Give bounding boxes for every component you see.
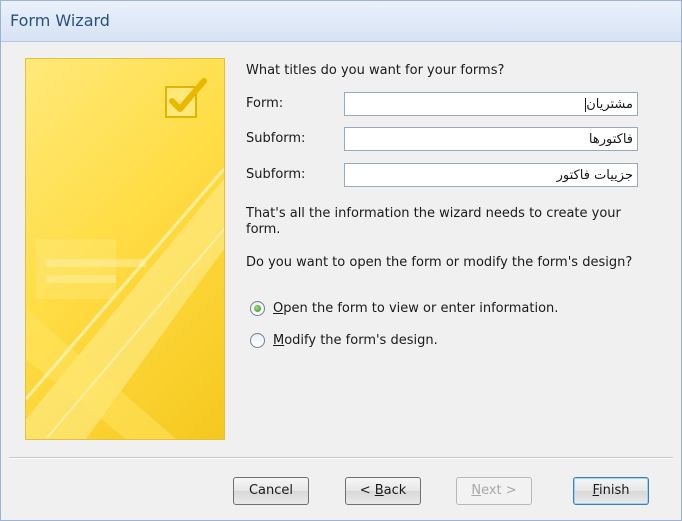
- next-button[interactable]: Next >: [456, 477, 532, 505]
- subform-title-label-2: Subform:: [246, 167, 306, 182]
- subform-title-label-1: Subform:: [246, 131, 306, 146]
- subform-title-input-1[interactable]: فاکتورها: [344, 127, 638, 151]
- form-title-label: Form:: [246, 96, 284, 111]
- checkbox-checked-icon: [165, 78, 207, 118]
- option-modify-design[interactable]: Modify the form's design.: [250, 330, 438, 350]
- subform-title-row-2: Subform: جزییات فاکتور: [246, 163, 648, 189]
- wizard-side-panel: [25, 58, 225, 440]
- option-open-form-label[interactable]: Open the form to view or enter informati…: [273, 301, 558, 316]
- form-wizard-window: Form Wizard What titles do you want for …: [0, 0, 682, 521]
- info-text: That's all the information the wizard ne…: [246, 206, 621, 237]
- option-open-form[interactable]: Open the form to view or enter informati…: [250, 298, 558, 318]
- subform-title-row-1: Subform: فاکتورها: [246, 127, 648, 153]
- option-modify-design-label[interactable]: Modify the form's design.: [273, 333, 438, 348]
- title-bar: Form Wizard: [1, 1, 681, 42]
- button-separator: [9, 457, 673, 459]
- radio-modify-design[interactable]: [250, 332, 265, 348]
- subform-title-input-2[interactable]: جزییات فاکتور: [344, 163, 638, 187]
- window-title: Form Wizard: [10, 11, 110, 30]
- finish-button[interactable]: Finish: [573, 477, 649, 505]
- titles-question: What titles do you want for your forms?: [246, 63, 505, 78]
- open-or-modify-prompt: Do you want to open the form or modify t…: [246, 255, 633, 270]
- form-title-row: Form: مشتریان: [246, 92, 648, 118]
- back-button[interactable]: < Back: [345, 477, 421, 505]
- radio-open-form[interactable]: [250, 300, 265, 316]
- form-title-input[interactable]: مشتریان: [344, 92, 638, 116]
- cancel-button[interactable]: Cancel: [233, 477, 309, 505]
